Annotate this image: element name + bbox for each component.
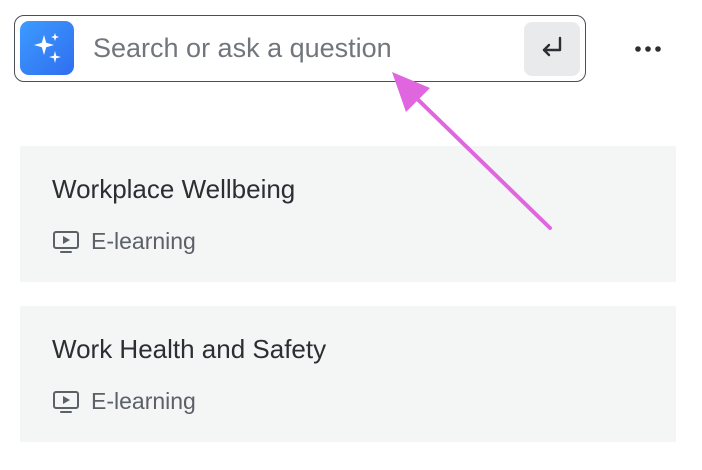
search-input[interactable]: [93, 26, 513, 70]
result-card[interactable]: Work Health and Safety E-learning: [20, 306, 676, 442]
result-type-label: E-learning: [91, 228, 196, 254]
result-type-label: E-learning: [91, 388, 196, 414]
more-horizontal-icon: [633, 41, 663, 56]
result-card[interactable]: Workplace Wellbeing E-learning: [20, 146, 676, 282]
more-options-button[interactable]: [622, 28, 674, 68]
enter-return-icon: [538, 35, 566, 64]
page: Workplace Wellbeing E-learning Work Heal…: [0, 0, 702, 470]
result-title: Workplace Wellbeing: [52, 174, 296, 204]
result-type: E-learning: [52, 228, 196, 255]
submit-search-button[interactable]: [524, 22, 580, 76]
result-type: E-learning: [52, 388, 196, 415]
monitor-play-icon: [52, 390, 82, 414]
monitor-play-icon: [52, 230, 82, 254]
result-title: Work Health and Safety: [52, 334, 327, 364]
search-bar[interactable]: [14, 15, 586, 82]
sparkles-icon: [20, 21, 74, 75]
